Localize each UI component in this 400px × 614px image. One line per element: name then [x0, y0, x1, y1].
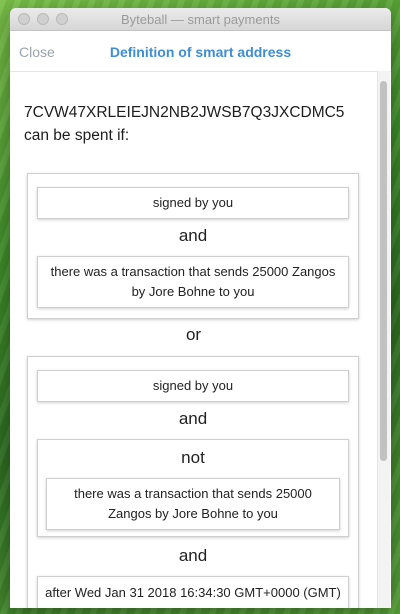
window-title: Byteball — smart payments — [121, 12, 280, 27]
condition-signed: signed by you — [37, 370, 349, 402]
title-bar: Byteball — smart payments — [10, 8, 391, 31]
condition-group-1: signed by you and there was a transactio… — [27, 173, 359, 319]
condition-transaction: there was a transaction that sends 25000… — [46, 478, 340, 530]
address-intro: 7CVW47XRLEIEJN2NB2JWSB7Q3JXCDMC5 can be … — [24, 104, 345, 144]
scrollbar-thumb[interactable] — [380, 81, 387, 461]
navbar: Close Definition of smart address — [10, 31, 391, 72]
operator-and: and — [178, 409, 208, 428]
operator-and: and — [178, 226, 208, 245]
condition-signed: signed by you — [37, 187, 349, 219]
app-window: Byteball — smart payments Close Definiti… — [10, 8, 391, 608]
condition-time: after Wed Jan 31 2018 16:34:30 GMT+0000 … — [37, 576, 349, 608]
condition-transaction: there was a transaction that sends 25000… — [37, 256, 349, 308]
condition-group-2: signed by you and not there was a transa… — [27, 356, 359, 608]
operator-or: or — [185, 325, 202, 344]
scrollbar[interactable] — [377, 71, 390, 608]
page-title: Definition of smart address — [109, 44, 292, 60]
operator-and: and — [178, 546, 208, 565]
not-group: not there was a transaction that sends 2… — [37, 439, 349, 537]
operator-not: not — [181, 448, 205, 467]
definition-content: 7CVW47XRLEIEJN2NB2JWSB7Q3JXCDMC5 can be … — [10, 71, 377, 608]
